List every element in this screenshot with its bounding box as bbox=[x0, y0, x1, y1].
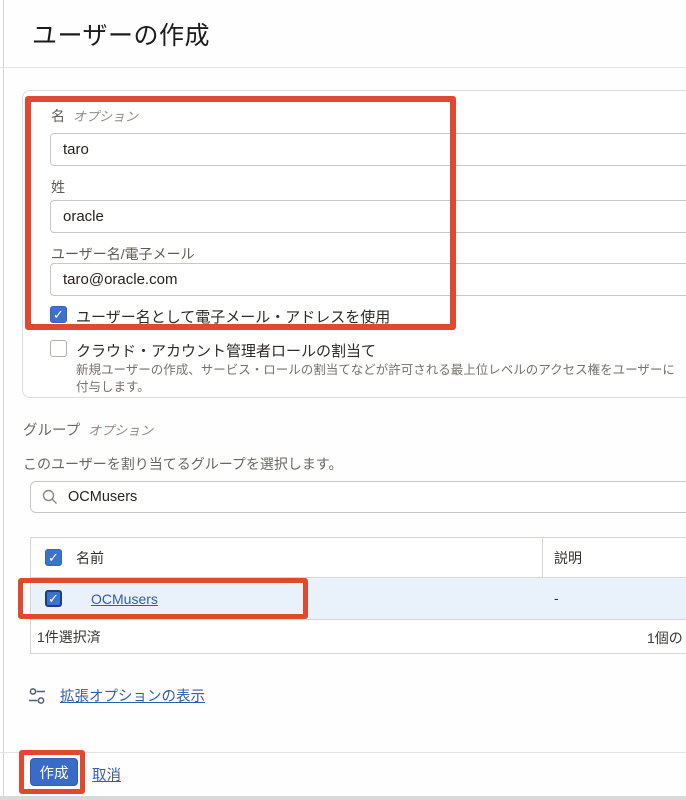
optional-hint: オプション bbox=[88, 423, 153, 438]
email-input[interactable]: taro@oracle.com bbox=[50, 263, 686, 296]
first-name-input[interactable]: taro bbox=[50, 133, 686, 166]
check-icon: ✓ bbox=[48, 551, 59, 564]
use-email-checkbox-label: ユーザー名として電子メール・アドレスを使用 bbox=[76, 306, 390, 327]
column-header-name: 名前 bbox=[76, 548, 104, 568]
last-name-label: 姓 bbox=[51, 177, 65, 197]
advanced-options-link[interactable]: 拡張オプションの表示 bbox=[60, 685, 205, 706]
item-count: 1個の bbox=[647, 628, 683, 648]
email-label: ユーザー名/電子メール bbox=[51, 244, 195, 264]
table-row[interactable]: ✓ OCMusers - bbox=[31, 578, 686, 620]
check-icon: ✓ bbox=[48, 592, 59, 605]
table-footer: 1件選択済 1個の bbox=[31, 620, 686, 653]
table-header-row: ✓ 名前 説明 bbox=[31, 538, 686, 578]
create-button[interactable]: 作成 bbox=[30, 758, 78, 786]
groups-table: ✓ 名前 説明 ✓ OCMusers - 1件選択済 bbox=[30, 537, 686, 654]
optional-hint: オプション bbox=[73, 109, 138, 124]
group-name-link[interactable]: OCMusers bbox=[76, 591, 158, 607]
panel-left-border bbox=[3, 0, 4, 796]
row-description: - bbox=[554, 590, 559, 606]
check-icon: ✓ bbox=[53, 308, 64, 321]
first-name-label: 名オプション bbox=[51, 106, 138, 126]
column-header-description: 説明 bbox=[554, 550, 582, 566]
group-search-value: OCMusers bbox=[68, 489, 137, 505]
sliders-icon bbox=[28, 687, 47, 705]
search-icon bbox=[42, 489, 58, 505]
admin-role-description: 新規ユーザーの作成、サービス・ロールの割当てなどが許可される最上位レベルのアクセ… bbox=[76, 362, 676, 396]
selected-count: 1件選択済 bbox=[37, 627, 101, 647]
cancel-link[interactable]: 取消 bbox=[92, 764, 121, 785]
admin-role-checkbox[interactable] bbox=[50, 340, 67, 357]
use-email-checkbox[interactable]: ✓ bbox=[50, 306, 67, 323]
admin-role-checkbox-label: クラウド・アカウント管理者ロールの割当て bbox=[76, 340, 376, 361]
window-bottom-edge bbox=[0, 796, 686, 800]
page-title: ユーザーの作成 bbox=[32, 16, 210, 52]
row-checkbox[interactable]: ✓ bbox=[45, 590, 62, 607]
last-name-input[interactable]: oracle bbox=[50, 200, 686, 233]
create-user-page: ユーザーの作成 名オプション taro 姓 oracle ユーザー名/電子メール… bbox=[0, 0, 686, 800]
header-divider bbox=[0, 67, 686, 68]
groups-description: このユーザーを割り当てるグループを選択します。 bbox=[23, 454, 342, 474]
groups-label: グループオプション bbox=[23, 419, 153, 440]
select-all-checkbox[interactable]: ✓ bbox=[45, 549, 62, 566]
footer-divider bbox=[0, 752, 686, 753]
group-search-input[interactable]: OCMusers bbox=[30, 481, 686, 513]
advanced-options: 拡張オプションの表示 bbox=[28, 685, 205, 706]
